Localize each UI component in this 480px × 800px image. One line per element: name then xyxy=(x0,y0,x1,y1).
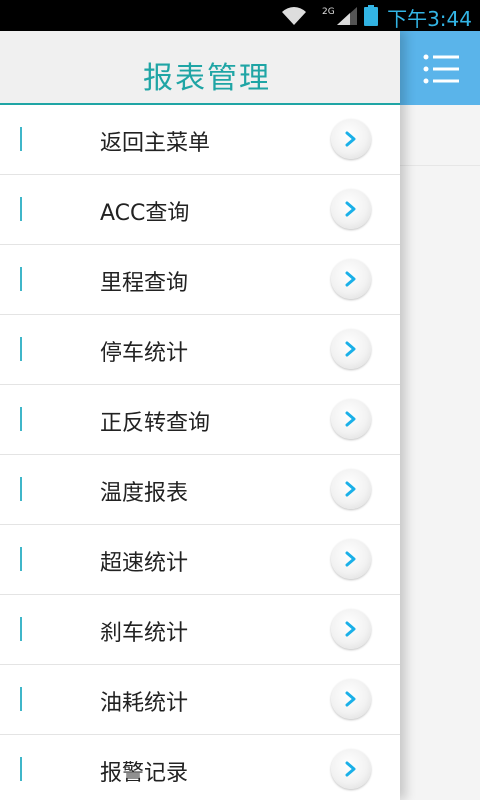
menu-item-mileage-query[interactable]: 里程查询 xyxy=(0,245,400,315)
navigation-drawer: 报表管理 返回主菜单 ACC查询 里程查询 停车统计 正反转查询 温度报表 超速… xyxy=(0,31,400,800)
chevron-right-icon[interactable] xyxy=(331,609,371,649)
wifi-icon xyxy=(282,7,306,25)
main-content xyxy=(400,31,480,800)
menu-item-parking-stats[interactable]: 停车统计 xyxy=(0,315,400,385)
menu-item-label: 停车统计 xyxy=(100,341,189,366)
menu-item-label: 报警记录 xyxy=(100,761,189,786)
chevron-right-icon[interactable] xyxy=(331,259,371,299)
status-bar: 2G 下午3:44 xyxy=(0,0,480,31)
accent-bar xyxy=(20,127,22,151)
menu-item-speeding-stats[interactable]: 超速统计 xyxy=(0,525,400,595)
menu-item-braking-stats[interactable]: 刹车统计 xyxy=(0,595,400,665)
chevron-right-icon[interactable] xyxy=(331,119,371,159)
accent-bar xyxy=(20,687,22,711)
menu-item-label: 正反转查询 xyxy=(100,411,211,436)
chevron-right-icon[interactable] xyxy=(331,749,371,789)
accent-bar xyxy=(20,757,22,781)
chevron-right-icon[interactable] xyxy=(331,189,371,229)
main-row xyxy=(400,105,480,166)
accent-bar xyxy=(20,547,22,571)
menu-item-label: 刹车统计 xyxy=(100,621,189,646)
chevron-right-icon[interactable] xyxy=(331,469,371,509)
menu-item-temperature-report[interactable]: 温度报表 xyxy=(0,455,400,525)
menu-item-label: ACC查询 xyxy=(100,201,190,226)
list-menu-icon[interactable] xyxy=(422,53,462,85)
chevron-right-icon[interactable] xyxy=(331,329,371,369)
menu-item-return-main[interactable]: 返回主菜单 xyxy=(0,105,400,175)
accent-bar xyxy=(20,337,22,361)
menu-item-fuel-stats[interactable]: 油耗统计 xyxy=(0,665,400,735)
chevron-right-icon[interactable] xyxy=(331,399,371,439)
chevron-right-icon[interactable] xyxy=(331,679,371,719)
accent-bar xyxy=(20,267,22,291)
menu-list: 返回主菜单 ACC查询 里程查询 停车统计 正反转查询 温度报表 超速统计 刹车… xyxy=(0,105,400,800)
menu-item-label: 超速统计 xyxy=(100,551,189,576)
drawer-header: 报表管理 xyxy=(0,31,400,105)
network-type: 2G xyxy=(322,7,335,17)
clock: 下午3:44 xyxy=(387,7,472,31)
battery-icon xyxy=(364,5,378,26)
menu-item-alarm-records[interactable]: 报警记录 xyxy=(0,735,400,800)
accent-bar xyxy=(20,407,22,431)
accent-bar xyxy=(20,477,22,501)
main-header xyxy=(400,31,480,105)
signal-icon xyxy=(337,7,357,25)
menu-item-label: 油耗统计 xyxy=(100,691,189,716)
chevron-right-icon[interactable] xyxy=(331,539,371,579)
menu-item-label: 里程查询 xyxy=(100,271,189,296)
accent-bar xyxy=(20,197,22,221)
drawer-title: 报表管理 xyxy=(143,61,271,96)
accent-bar xyxy=(20,617,22,641)
menu-item-rotation-query[interactable]: 正反转查询 xyxy=(0,385,400,455)
menu-item-acc-query[interactable]: ACC查询 xyxy=(0,175,400,245)
menu-item-label: 温度报表 xyxy=(100,481,189,506)
menu-item-label: 返回主菜单 xyxy=(100,131,211,156)
